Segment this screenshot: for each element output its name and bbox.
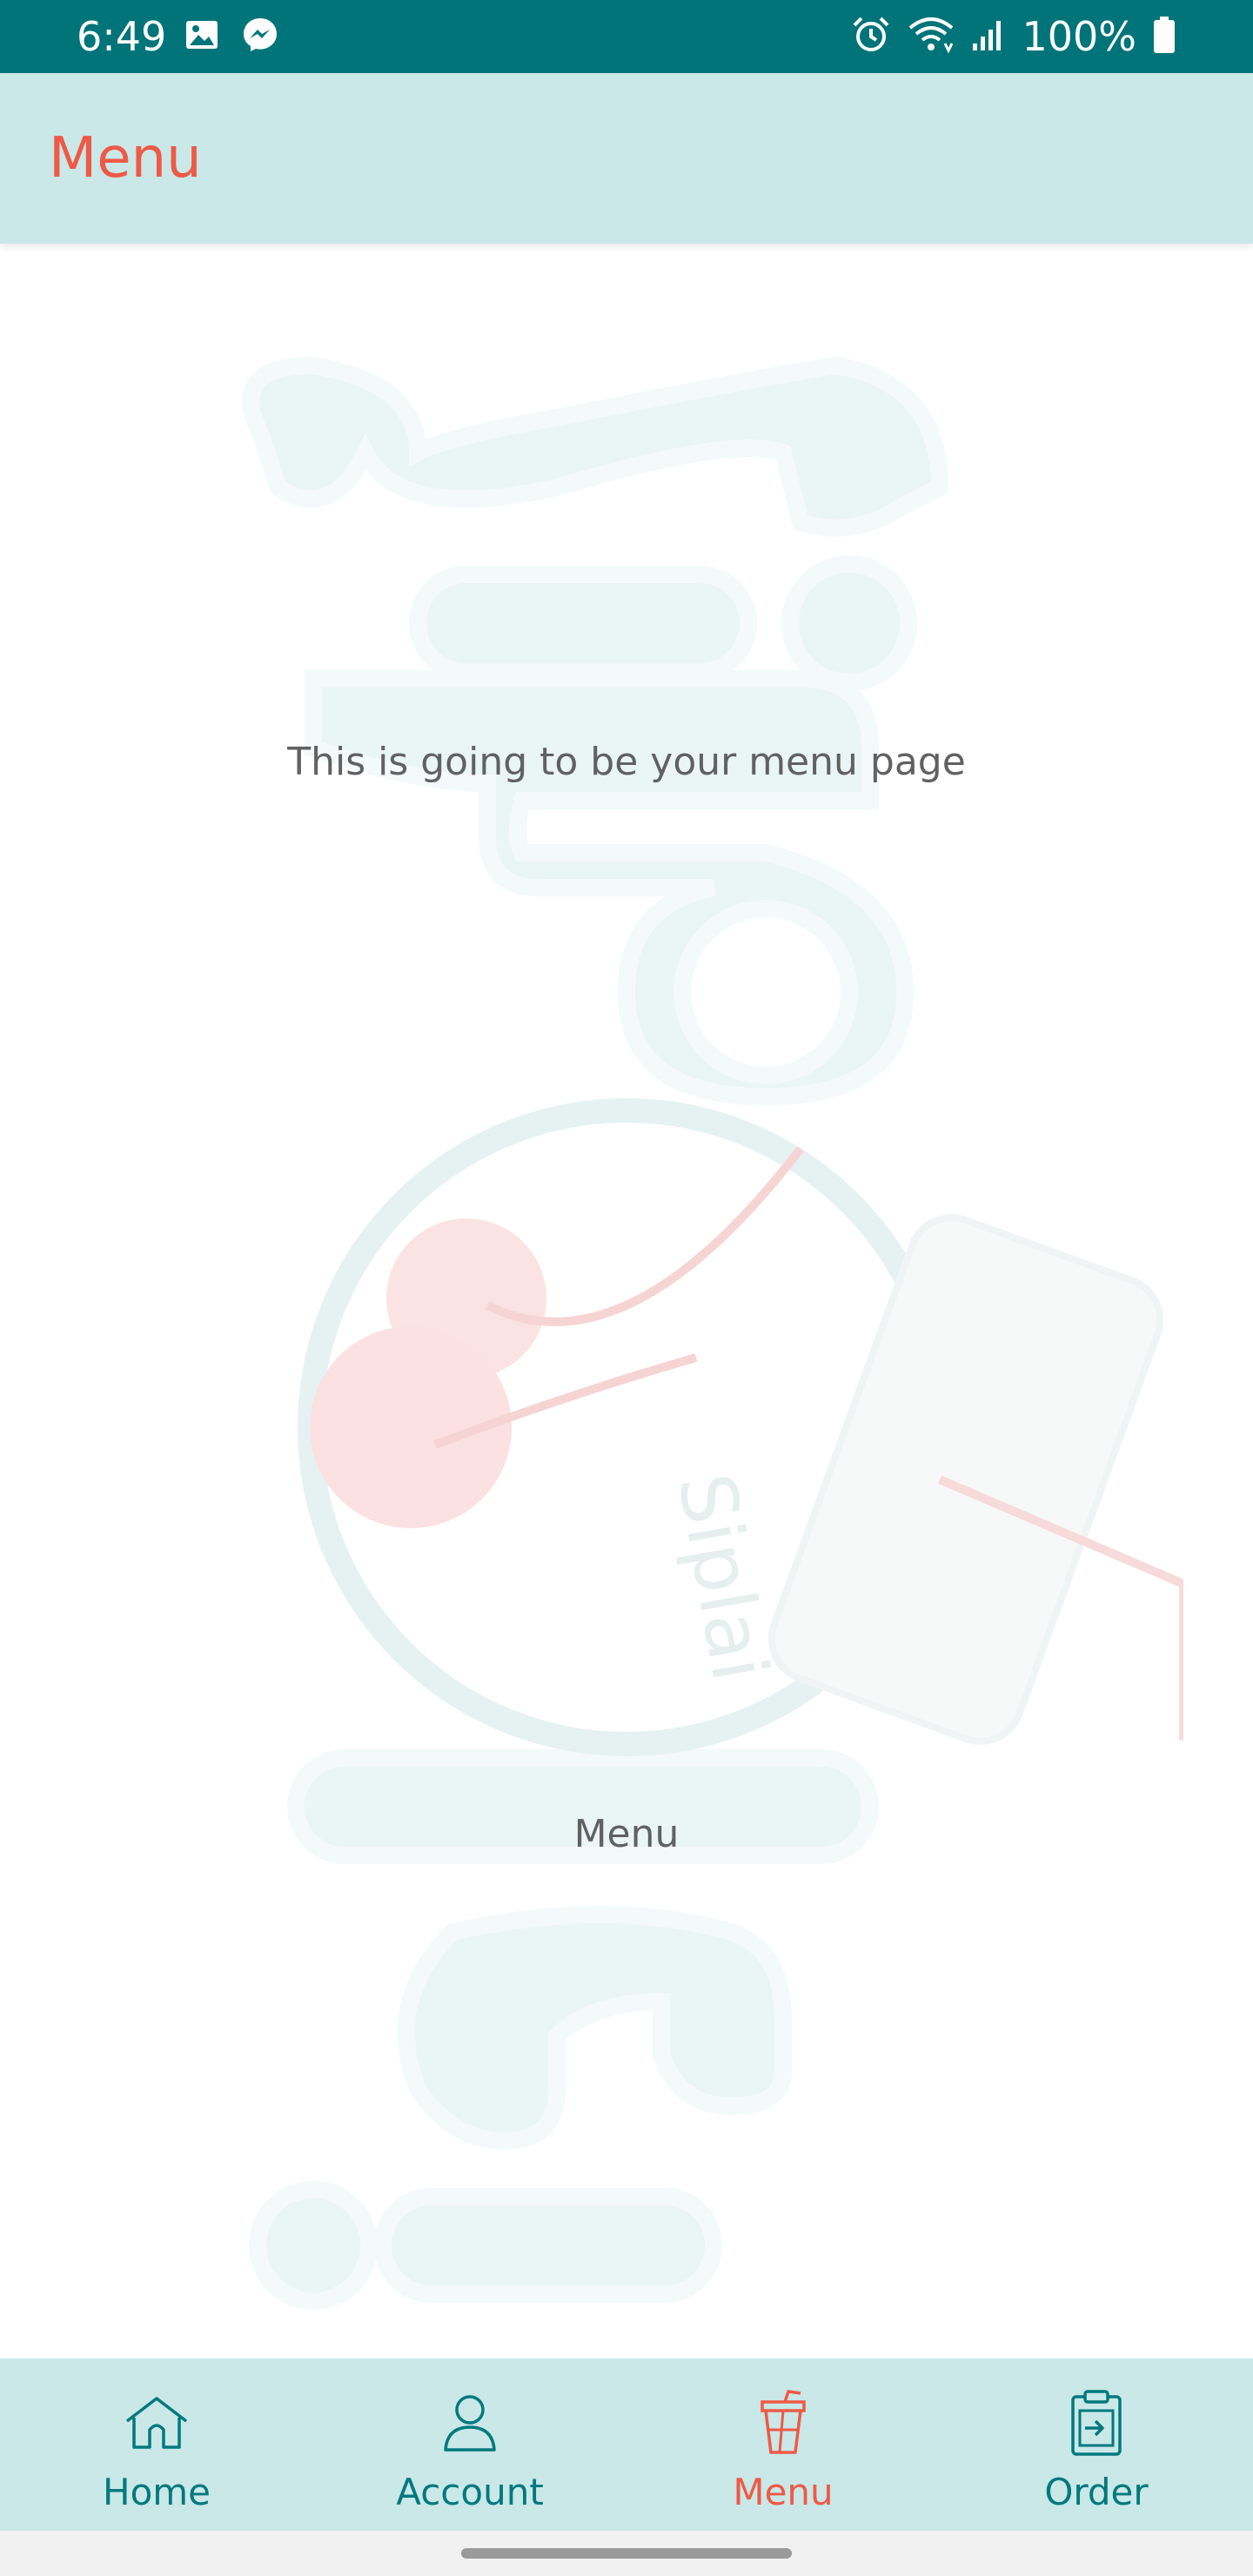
page-title: Menu — [49, 126, 202, 191]
alarm-icon — [851, 15, 891, 58]
content-area: Siplai This is going to be your menu pag… — [0, 244, 1253, 2358]
nav-label-menu: Menu — [733, 2471, 834, 2513]
menu-label: Menu — [573, 1812, 680, 1856]
nav-item-account[interactable]: Account — [313, 2358, 626, 2531]
battery-icon — [1152, 15, 1176, 58]
status-bar: 6:49 100% — [0, 0, 1253, 73]
signal-icon — [971, 17, 1006, 56]
status-time: 6:49 — [77, 13, 167, 60]
status-right: 100% — [851, 10, 1176, 63]
nav-item-order[interactable]: Order — [940, 2358, 1253, 2531]
account-icon — [432, 2385, 508, 2461]
home-gesture-pill[interactable] — [461, 2548, 792, 2559]
home-icon — [118, 2385, 195, 2461]
messenger-icon — [242, 17, 278, 57]
nav-item-menu[interactable]: Menu — [626, 2358, 940, 2531]
bottom-navigation: Home Account Menu Order — [0, 2358, 1253, 2531]
nav-item-home[interactable]: Home — [0, 2358, 313, 2531]
system-navigation-bar — [0, 2531, 1253, 2576]
battery-percentage: 100% — [1022, 13, 1136, 60]
siplai-logo-watermark: Siplai — [242, 356, 1183, 2310]
app-bar: Menu — [0, 73, 1253, 244]
screen: 6:49 100% Menu Siplai This is going to b… — [0, 0, 1253, 2576]
menu-placeholder-message: This is going to be your menu page — [287, 740, 966, 784]
wifi-icon — [907, 16, 955, 57]
nav-label-order: Order — [1044, 2471, 1149, 2513]
svg-text:Siplai: Siplai — [660, 1467, 785, 1687]
nav-label-account: Account — [396, 2471, 544, 2513]
order-clipboard-icon — [1058, 2385, 1135, 2461]
drink-cup-icon — [745, 2385, 821, 2461]
nav-label-home: Home — [102, 2471, 211, 2513]
image-icon — [184, 17, 219, 56]
status-left-icons — [184, 17, 278, 56]
